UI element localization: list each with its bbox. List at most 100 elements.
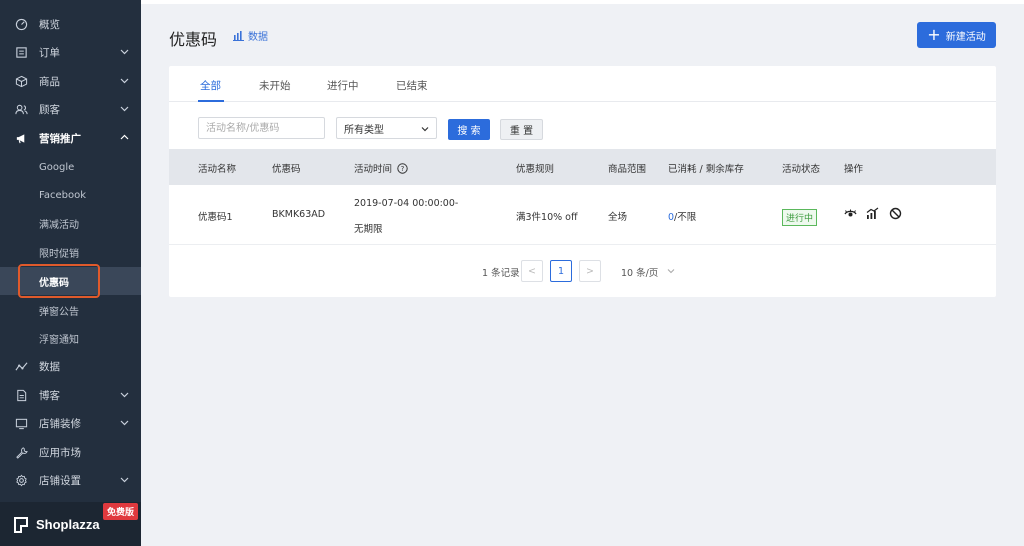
cell-name: 优惠码1 [198, 212, 233, 223]
sidebar-item-store-settings[interactable]: 店铺设置 [0, 466, 141, 494]
sidebar-item-label: 限时促销 [39, 248, 79, 260]
tab-not-started[interactable]: 未开始 [259, 78, 291, 93]
bar-chart-icon [233, 31, 244, 41]
sidebar-item-overview[interactable]: 概览 [0, 10, 141, 38]
search-button[interactable]: 搜 索 [448, 119, 490, 140]
pagination-total: 1 条记录 [482, 268, 520, 279]
chevron-down-icon [120, 392, 129, 398]
sidebar-item-label: 概览 [39, 18, 60, 31]
cell-scope: 全场 [608, 212, 628, 223]
chevron-down-icon [120, 106, 129, 112]
cell-usage: 0/不限 [668, 209, 696, 223]
cell-rule: 满3件10% off [516, 212, 578, 223]
chevron-down-icon [120, 477, 129, 483]
store-design-icon [14, 416, 28, 430]
sidebar-item-label: 博客 [39, 389, 60, 402]
page-title: 优惠码 [169, 30, 218, 49]
chevron-down-icon [120, 49, 129, 55]
sidebar-item-products[interactable]: 商品 [0, 67, 141, 95]
chevron-down-icon[interactable] [667, 267, 675, 275]
cell-time-start: 2019-07-04 00:00:00- [354, 198, 459, 209]
sidebar: 概览 订单 商品 顾客 营销推广 Google Facebook 满减活动 限时… [0, 0, 141, 546]
stats-chart-icon[interactable] [866, 207, 879, 220]
stock-text: /不限 [674, 212, 697, 223]
sidebar-item-google[interactable]: Google [0, 153, 141, 181]
megaphone-icon [14, 131, 28, 145]
column-header: 活动时间 [354, 164, 393, 175]
settings-gear-icon [14, 473, 28, 487]
dashboard-icon [14, 17, 28, 31]
orders-icon [14, 45, 28, 59]
data-link-label: 数据 [248, 32, 268, 43]
active-tab-indicator [198, 100, 224, 102]
sidebar-item-label: 应用市场 [39, 446, 81, 459]
type-select[interactable]: 所有类型 [336, 117, 437, 139]
data-link[interactable]: 数据 [233, 28, 268, 43]
shoplazza-logo-icon [14, 517, 28, 533]
analytics-icon [14, 359, 28, 373]
top-bar [141, 0, 1024, 4]
blog-icon [14, 388, 28, 402]
sidebar-item-store-design[interactable]: 店铺装修 [0, 409, 141, 437]
chevron-down-icon [421, 127, 429, 132]
sidebar-item-flash-sale[interactable]: 限时促销 [0, 238, 141, 266]
sidebar-item-data[interactable]: 数据 [0, 352, 141, 380]
sidebar-item-label: Facebook [39, 189, 86, 201]
apps-icon [14, 445, 28, 459]
sidebar-item-label: 弹窗公告 [39, 306, 79, 318]
tab-in-progress[interactable]: 进行中 [327, 78, 359, 93]
customers-icon [14, 102, 28, 116]
table-row[interactable]: 优惠码1 BKMK63AD 2019-07-04 00:00:00- 无期限 满… [169, 185, 996, 245]
pagination-current-page[interactable]: 1 [550, 260, 572, 282]
pagination-next-button[interactable]: > [579, 260, 601, 282]
new-activity-label: 新建活动 [945, 31, 986, 43]
sidebar-item-label: 营销推广 [39, 132, 81, 145]
tab-ended[interactable]: 已结束 [396, 78, 428, 93]
sidebar-item-coupon-code[interactable]: 优惠码 [0, 267, 141, 295]
search-input[interactable] [198, 117, 325, 139]
brand-name: Shoplazza [36, 517, 100, 532]
product-box-icon [14, 74, 28, 88]
sidebar-item-orders[interactable]: 订单 [0, 38, 141, 66]
reset-button[interactable]: 重 置 [500, 119, 543, 140]
new-activity-button[interactable]: + 新建活动 [917, 22, 996, 48]
column-header-time: 活动时间 ? [354, 161, 408, 175]
sidebar-item-label: 商品 [39, 75, 60, 88]
svg-text:?: ? [401, 165, 405, 173]
plus-icon: + [927, 25, 941, 44]
brand-footer: Shoplazza 免费版 [0, 502, 141, 546]
column-header: 商品范围 [608, 164, 647, 175]
sidebar-item-blog[interactable]: 博客 [0, 381, 141, 409]
sidebar-item-customers[interactable]: 顾客 [0, 95, 141, 123]
sidebar-item-label: 订单 [39, 46, 60, 59]
sidebar-item-floating-notice[interactable]: 浮窗通知 [0, 324, 141, 352]
column-header: 操作 [844, 164, 864, 175]
column-header: 活动状态 [782, 164, 821, 175]
tab-bar: 全部 未开始 进行中 已结束 [169, 66, 996, 102]
sidebar-item-label: 浮窗通知 [39, 334, 79, 346]
disable-ban-icon[interactable] [889, 207, 902, 220]
tab-all[interactable]: 全部 [200, 78, 221, 93]
cell-time-end: 无期限 [354, 224, 383, 235]
sidebar-item-popup-announcement[interactable]: 弹窗公告 [0, 296, 141, 324]
sidebar-item-label: 顾客 [39, 103, 60, 116]
help-question-icon[interactable]: ? [397, 162, 408, 174]
sidebar-item-marketing[interactable]: 营销推广 [0, 124, 141, 152]
status-badge: 进行中 [782, 209, 818, 226]
sidebar-item-label: 店铺装修 [39, 417, 81, 430]
pagination-prev-button[interactable]: < [521, 260, 543, 282]
column-header: 优惠规则 [516, 164, 555, 175]
sidebar-item-label: 满减活动 [39, 219, 79, 231]
sidebar-item-app-market[interactable]: 应用市场 [0, 438, 141, 466]
cell-code: BKMK63AD [272, 209, 326, 220]
sidebar-item-label: 优惠码 [39, 277, 69, 289]
chevron-down-icon [120, 420, 129, 426]
sidebar-item-label: 店铺设置 [39, 474, 81, 487]
plan-badge: 免费版 [102, 503, 138, 520]
page-size-select[interactable]: 10 条/页 [621, 265, 658, 279]
sidebar-item-facebook[interactable]: Facebook [0, 181, 141, 209]
chevron-down-icon [120, 78, 129, 84]
chevron-up-icon [120, 134, 129, 140]
sidebar-item-full-reduction[interactable]: 满减活动 [0, 209, 141, 237]
view-eye-icon[interactable] [844, 207, 857, 220]
